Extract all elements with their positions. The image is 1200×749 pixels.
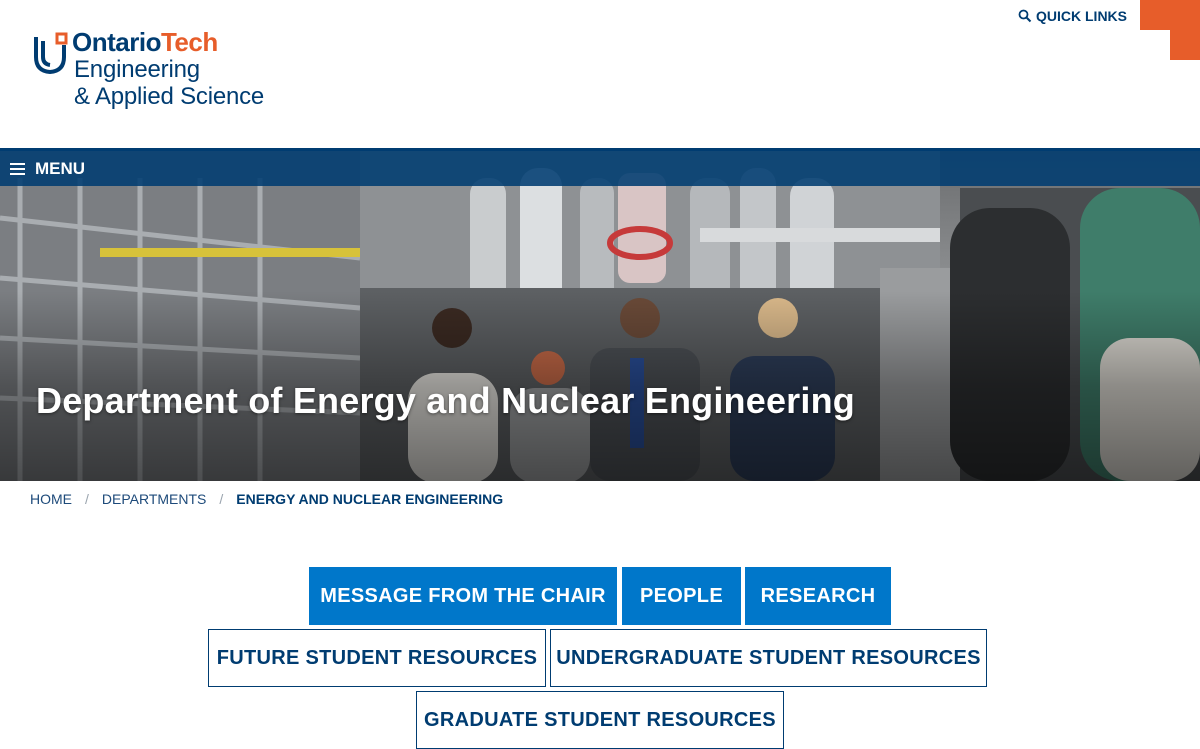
logo-brand-ontario: Ontario (72, 27, 161, 57)
search-icon (1018, 9, 1032, 23)
future-student-resources-button[interactable]: FUTURE STUDENT RESOURCES (208, 629, 546, 687)
menu-bar: MENU (0, 148, 1200, 186)
breadcrumb-separator: / (219, 491, 224, 507)
menu-label: MENU (35, 159, 86, 178)
quick-links-button[interactable]: QUICK LINKS (1018, 6, 1127, 26)
ontario-tech-logo[interactable]: OntarioTech Engineering & Applied Scienc… (32, 28, 292, 118)
orange-corner-accent (1140, 0, 1200, 60)
logo-faculty-line2: & Applied Science (74, 83, 265, 110)
breadcrumb-separator: / (85, 491, 89, 507)
research-button[interactable]: RESEARCH (745, 567, 891, 625)
hero-banner: MENU Department of Energy and Nuclear En… (0, 148, 1200, 481)
shield-logo-icon (34, 32, 68, 75)
breadcrumb-departments[interactable]: DEPARTMENTS (102, 491, 207, 507)
breadcrumb-current: ENERGY AND NUCLEAR ENGINEERING (236, 491, 504, 507)
site-header: OntarioTech Engineering & Applied Scienc… (0, 0, 1200, 148)
page-title: Department of Energy and Nuclear Enginee… (36, 380, 855, 421)
graduate-student-resources-button[interactable]: GRADUATE STUDENT RESOURCES (416, 691, 784, 749)
logo-faculty-line1: Engineering (74, 56, 200, 83)
logo-brand: OntarioTech (72, 28, 218, 56)
logo-brand-tech: Tech (160, 27, 218, 57)
menu-button[interactable]: MENU (10, 156, 85, 182)
hamburger-icon (10, 163, 25, 175)
people-button[interactable]: PEOPLE (622, 567, 741, 625)
quick-links-label: QUICK LINKS (1036, 8, 1127, 24)
breadcrumb: HOME / DEPARTMENTS / ENERGY AND NUCLEAR … (30, 490, 503, 508)
undergraduate-student-resources-button[interactable]: UNDERGRADUATE STUDENT RESOURCES (550, 629, 987, 687)
message-from-chair-button[interactable]: MESSAGE FROM THE CHAIR (309, 567, 617, 625)
breadcrumb-home[interactable]: HOME (30, 491, 72, 507)
